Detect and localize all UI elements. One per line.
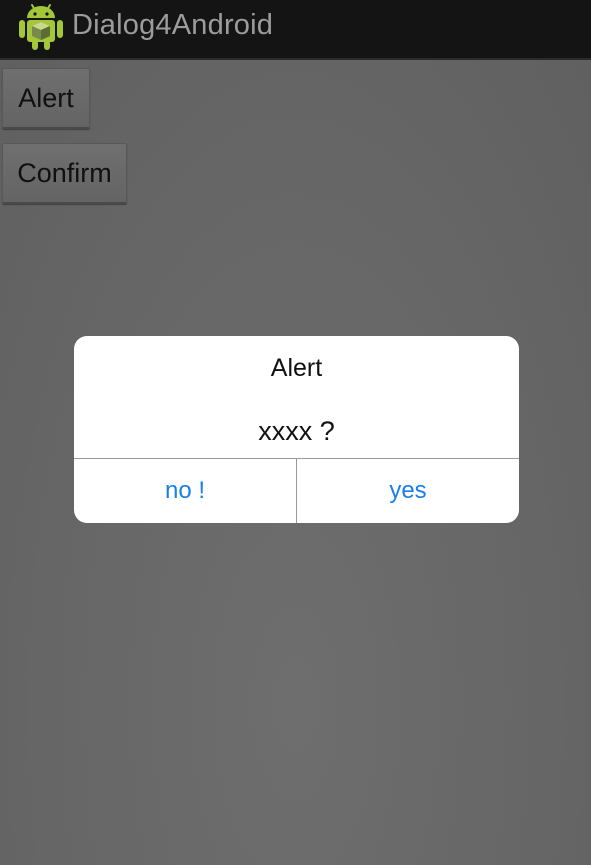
alert-button[interactable]: Alert xyxy=(2,68,90,129)
android-icon xyxy=(18,2,64,52)
app-title: Dialog4Android xyxy=(72,9,274,41)
yes-button[interactable]: yes xyxy=(297,459,519,523)
dialog-title: Alert xyxy=(270,354,323,382)
dialog-message: xxxx ? xyxy=(258,416,335,446)
action-bar: Dialog4Android xyxy=(0,0,591,60)
no-button[interactable]: no ! xyxy=(74,459,296,523)
alert-dialog: Alert xxxx ? no ! yes xyxy=(74,336,519,523)
confirm-button[interactable]: Confirm xyxy=(2,143,127,204)
